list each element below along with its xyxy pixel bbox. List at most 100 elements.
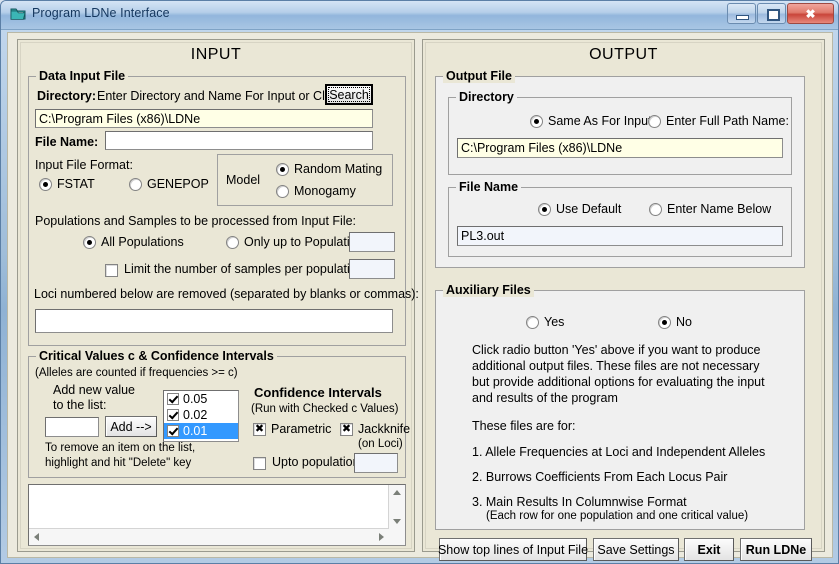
output-dir-radio-full-path[interactable] (648, 115, 661, 128)
document-folder-icon (10, 7, 26, 21)
close-button[interactable]: ✖ (787, 3, 834, 24)
window-controls: ✖ (727, 3, 834, 24)
scroll-down-arrow-icon[interactable] (393, 519, 401, 524)
output-dir-label-full-path: Enter Full Path Name: (666, 114, 789, 128)
scroll-right-arrow-icon[interactable] (379, 533, 384, 541)
c-values-listbox[interactable]: 0.05 0.02 0.01 (163, 390, 239, 442)
output-directory-legend: Directory (456, 90, 517, 104)
loci-removed-field[interactable] (35, 309, 393, 333)
upto-population-field[interactable] (354, 453, 398, 473)
c-value-row-3[interactable]: 0.01 (164, 423, 238, 439)
c-value-label-2: 0.02 (183, 408, 208, 422)
input-directory-value: C:\Program Files (x86)\LDNe (39, 111, 201, 126)
search-button[interactable]: Search (325, 84, 373, 105)
format-radio-genepop[interactable] (129, 178, 142, 191)
populations-label: Populations and Samples to be processed … (35, 214, 357, 228)
output-name-radio-enter-below[interactable] (649, 203, 662, 216)
log-horizontal-scrollbar[interactable] (29, 528, 389, 545)
window-title: Program LDNe Interface (32, 6, 170, 20)
title-bar: Program LDNe Interface ✖ (1, 1, 838, 30)
model-radio-random-mating[interactable] (276, 163, 289, 176)
c-value-row-1[interactable]: 0.05 (164, 391, 238, 407)
model-radio-monogamy[interactable] (276, 185, 289, 198)
input-panel: INPUT Data Input File Directory: Enter D… (17, 39, 419, 552)
search-button-focus-ring (328, 87, 370, 102)
output-dir-radio-same-as-input[interactable] (530, 115, 543, 128)
output-name-radio-use-default[interactable] (538, 203, 551, 216)
add-value-button[interactable]: Add --> (105, 416, 157, 437)
model-label: Model (226, 173, 261, 187)
input-directory-field[interactable]: C:\Program Files (x86)\LDNe (35, 109, 373, 128)
output-filename-value: PL3.out (461, 229, 505, 244)
output-file-legend: Output File (443, 69, 515, 83)
aux-radio-yes[interactable] (526, 316, 539, 329)
minimize-button[interactable] (727, 3, 756, 24)
directory-hint: Enter Directory and Name For Input or Cl… (97, 89, 356, 103)
population-radio-all[interactable] (83, 236, 96, 249)
data-input-file-group: Data Input File Directory: Enter Directo… (28, 69, 419, 346)
limit-samples-field[interactable] (349, 259, 395, 279)
parametric-checkbox[interactable] (253, 422, 266, 436)
parametric-label: Parametric (271, 422, 332, 436)
exit-label: Exit (697, 542, 721, 557)
add-new-value-field[interactable] (45, 417, 99, 437)
aux-label-no: No (676, 315, 692, 329)
remove-hint-2: highlight and hit "Delete" key (45, 457, 192, 469)
auxiliary-files-group: Auxiliary Files Yes No Click radio butto… (435, 283, 805, 530)
add-new-value-label-2: to the list: (53, 398, 107, 412)
output-panel: OUTPUT Output File Directory Same As For… (422, 39, 825, 561)
scrollbar-corner (389, 529, 405, 545)
c-value-checkbox-3[interactable] (167, 425, 179, 437)
run-ldne-button[interactable]: Run LDNe (740, 538, 812, 561)
model-label-monogamy: Monogamy (294, 184, 356, 198)
file-name-label: File Name: (35, 135, 99, 149)
output-directory-value: C:\Program Files (x86)\LDNe (461, 141, 623, 156)
c-value-row-2[interactable]: 0.02 (164, 407, 238, 423)
output-filename-field[interactable]: PL3.out (457, 226, 783, 246)
maximize-button[interactable] (757, 3, 786, 24)
aux-item-2: 2. Burrows Coefficients From Each Locus … (472, 470, 728, 484)
input-file-name-field[interactable] (105, 131, 373, 150)
show-top-lines-button[interactable]: Show top lines of Input File (437, 538, 589, 561)
aux-label-yes: Yes (544, 315, 565, 329)
jackknife-checkbox[interactable] (340, 422, 353, 436)
minimize-icon (736, 15, 749, 20)
log-vertical-scrollbar[interactable] (388, 485, 405, 529)
scroll-up-arrow-icon[interactable] (393, 490, 401, 495)
remove-hint-1: To remove an item on the list, (45, 442, 196, 454)
c-value-checkbox-2[interactable] (167, 409, 179, 421)
only-up-to-population-field[interactable] (349, 232, 395, 252)
upto-population-checkbox[interactable] (253, 457, 266, 470)
output-directory-field[interactable]: C:\Program Files (x86)\LDNe (457, 138, 783, 158)
limit-samples-label: Limit the number of samples per populati… (124, 262, 378, 276)
application-window: Program LDNe Interface ✖ INPUT Data Inpu… (0, 0, 839, 564)
critical-values-legend: Critical Values c & Confidence Intervals (36, 349, 277, 363)
maximize-icon (767, 9, 780, 21)
c-value-checkbox-1[interactable] (167, 393, 179, 405)
format-radio-fstat[interactable] (39, 178, 52, 191)
log-output-textarea[interactable] (28, 484, 406, 546)
output-filename-group: File Name Use Default Enter Name Below P… (448, 180, 792, 257)
close-icon: ✖ (805, 6, 816, 21)
save-settings-button[interactable]: Save Settings (593, 538, 679, 561)
model-label-random-mating: Random Mating (294, 162, 383, 176)
population-radio-only-up-to[interactable] (226, 236, 239, 249)
confidence-intervals-subtitle: (Run with Checked c Values) (251, 403, 399, 415)
aux-description-line-4: and results of the program (472, 391, 618, 405)
output-name-label-use-default: Use Default (556, 202, 622, 216)
aux-radio-no[interactable] (658, 316, 671, 329)
output-name-label-enter-below: Enter Name Below (667, 202, 772, 216)
aux-item-1: 1. Allele Frequencies at Loci and Indepe… (472, 445, 766, 459)
save-settings-label: Save Settings (597, 542, 675, 557)
model-group: Model Random Mating Monogamy (217, 154, 393, 206)
jackknife-sublabel: (on Loci) (358, 438, 403, 450)
show-top-lines-label: Show top lines of Input File (437, 542, 589, 557)
scroll-left-arrow-icon[interactable] (34, 533, 39, 541)
output-directory-group: Directory Same As For Input Enter Full P… (448, 90, 792, 175)
exit-button[interactable]: Exit (684, 538, 734, 561)
output-panel-title: OUTPUT (589, 46, 658, 63)
population-label-all: All Populations (101, 235, 184, 249)
limit-samples-checkbox[interactable] (105, 264, 118, 277)
aux-description-line-3: but provide additional options for evalu… (472, 375, 765, 389)
c-value-label-3: 0.01 (183, 424, 208, 438)
